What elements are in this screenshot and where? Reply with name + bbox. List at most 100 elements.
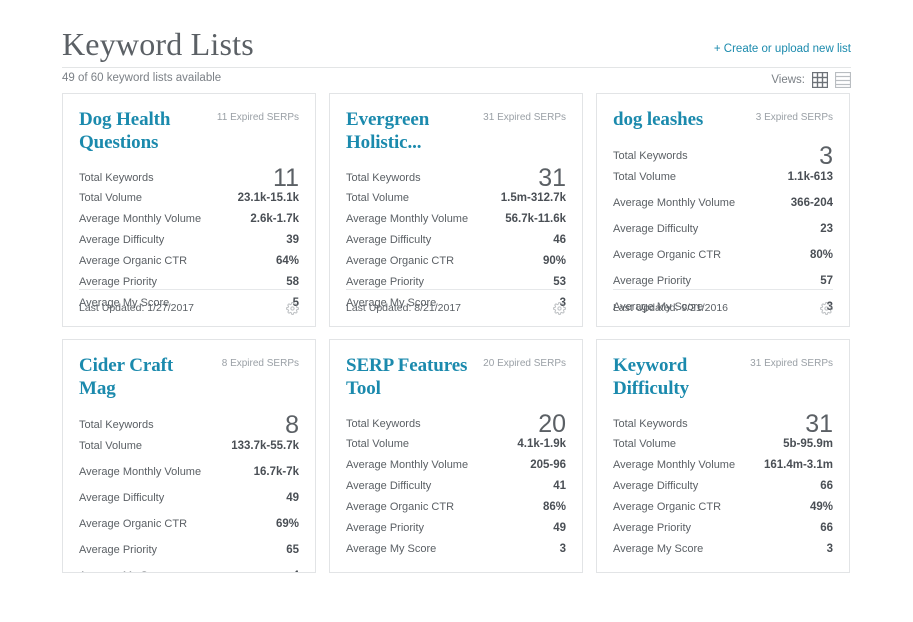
- metric-row-total-volume: Total Volume 133.7k-55.7k: [79, 440, 299, 466]
- metric-value: 64%: [276, 255, 299, 267]
- views-toggle-group: Views:: [771, 72, 851, 88]
- metric-row-total-volume: Total Volume5b-95.9m: [613, 438, 833, 459]
- keyword-list-card[interactable]: Cider Craft Mag 8 Expired SERPs Total Keyw…: [62, 339, 316, 573]
- metrics-list: Total Keywords31Total Volume5b-95.9mAver…: [613, 410, 833, 564]
- metric-value: 39: [286, 234, 299, 246]
- metric-value: 366-204: [791, 197, 833, 209]
- metric-row-total-volume: Total Volume1.5m-312.7k: [346, 192, 566, 213]
- gear-icon[interactable]: [553, 302, 566, 315]
- metric-label: Average My Score: [613, 543, 703, 555]
- last-updated-label: Last Updated: 9/21/2016: [613, 302, 728, 314]
- metric-value: 49%: [810, 501, 833, 513]
- metric-value: 80%: [810, 249, 833, 261]
- metric-value: 16.7k-7k: [254, 466, 299, 478]
- keyword-list-title[interactable]: dog leashes: [613, 108, 703, 131]
- metric-label: Total Keywords: [79, 419, 154, 431]
- metric-label: Average Monthly Volume: [79, 466, 201, 478]
- metric-value: 49: [286, 492, 299, 504]
- metric-value: 58: [286, 276, 299, 288]
- keyword-list-title[interactable]: Dog Health Questions: [79, 108, 209, 154]
- metric-row-average-organic-ctr: Average Organic CTR 49%: [613, 501, 833, 522]
- metric-label: Average Difficulty: [613, 480, 698, 492]
- keyword-list-card[interactable]: Dog Health Questions 11 Expired SERPs Tota…: [62, 93, 316, 327]
- metric-value: 31: [805, 411, 833, 437]
- metric-row-average-priority: Average Priority 66: [613, 522, 833, 543]
- metric-value: 1.1k-613: [788, 171, 833, 183]
- card-header: SERP Features Tool 20 Expired SERPs: [346, 354, 566, 400]
- metric-row-average-my-score: Average My Score4: [79, 570, 299, 573]
- last-updated-label: Last Updated: 1/27/2017: [79, 302, 194, 314]
- metric-value: 133.7k-55.7k: [231, 440, 299, 452]
- metric-row-average-monthly-volume: Average Monthly Volume 366-204: [613, 197, 833, 223]
- gear-icon[interactable]: [286, 302, 299, 315]
- metric-value: 57: [820, 275, 833, 287]
- keyword-list-title[interactable]: SERP Features Tool: [346, 354, 475, 400]
- metric-value: 23.1k-15.1k: [238, 192, 299, 204]
- metric-row-average-priority: Average Priority49: [346, 522, 566, 543]
- metric-row-average-my-score: Average My Score 3: [346, 543, 566, 564]
- metric-value: 3: [827, 543, 833, 555]
- metric-value: 53: [553, 276, 566, 288]
- page-header: Keyword Lists + Create or upload new lis…: [62, 0, 851, 93]
- metric-row-average-difficulty: Average Difficulty41: [346, 480, 566, 501]
- metric-label: Average Monthly Volume: [613, 197, 735, 209]
- expired-serps-count: 20 Expired SERPs: [483, 354, 566, 369]
- metric-row-total-volume: Total Volume4.1k-1.9k: [346, 438, 566, 459]
- expired-serps-count: 31 Expired SERPs: [483, 108, 566, 123]
- metric-value: 8: [285, 412, 299, 438]
- metric-label: Average Organic CTR: [346, 501, 454, 513]
- metric-value: 86%: [543, 501, 566, 513]
- expired-serps-count: 11 Expired SERPs: [217, 108, 299, 123]
- create-or-upload-new-list-link[interactable]: + Create or upload new list: [714, 43, 851, 55]
- metric-label: Total Volume: [346, 438, 409, 450]
- card-header: dog leashes3 Expired SERPs: [613, 108, 833, 131]
- metric-value: 4: [293, 570, 299, 573]
- metric-value: 205-96: [530, 459, 566, 471]
- metric-row-average-monthly-volume: Average Monthly Volume 16.7k-7k: [79, 466, 299, 492]
- keyword-list-title[interactable]: Evergreen Holistic...: [346, 108, 475, 154]
- keyword-list-title[interactable]: Keyword Difficulty: [613, 354, 742, 400]
- gear-icon[interactable]: [820, 302, 833, 315]
- metric-value: 5b-95.9m: [783, 438, 833, 450]
- metric-label: Average Monthly Volume: [613, 459, 735, 471]
- metric-label: Average My Score: [346, 543, 436, 555]
- metric-value: 65: [286, 544, 299, 556]
- metric-row-average-difficulty: Average Difficulty46: [346, 234, 566, 255]
- metric-row-average-organic-ctr: Average Organic CTR90%: [346, 255, 566, 276]
- metric-value: 46: [553, 234, 566, 246]
- card-header: Evergreen Holistic... 31 Expired SERPs: [346, 108, 566, 154]
- metric-row-average-difficulty: Average Difficulty 66: [613, 480, 833, 501]
- metric-label: Average Difficulty: [79, 492, 164, 504]
- list-view-icon[interactable]: [835, 72, 851, 88]
- keyword-list-card[interactable]: Keyword Difficulty31 Expired SERPsTotal …: [596, 339, 850, 573]
- metric-value: 66: [820, 522, 833, 534]
- metric-value: 66: [820, 480, 833, 492]
- metric-label: Average Organic CTR: [613, 501, 721, 513]
- metric-row-average-priority: Average Priority65: [79, 544, 299, 570]
- metric-row-total-keywords: Total Keywords 31: [613, 410, 833, 438]
- metric-row-average-my-score: Average My Score 3: [613, 543, 833, 564]
- expired-serps-count: 8 Expired SERPs: [222, 354, 299, 369]
- card-footer: Last Updated: 8/21/2017: [346, 289, 566, 326]
- metric-row-total-keywords: Total Keywords3: [613, 141, 833, 171]
- metric-label: Total Keywords: [613, 418, 688, 430]
- keyword-list-card[interactable]: dog leashes3 Expired SERPs Total Keywords…: [596, 93, 850, 327]
- metric-value: 56.7k-11.6k: [505, 213, 566, 225]
- metric-label: Total Volume: [79, 440, 142, 452]
- metric-label: Total Keywords: [79, 172, 154, 184]
- metric-row-average-difficulty: Average Difficulty39: [79, 234, 299, 255]
- keyword-list-title[interactable]: Cider Craft Mag: [79, 354, 214, 400]
- card-header: Dog Health Questions 11 Expired SERPs: [79, 108, 299, 154]
- metric-label: Average Priority: [79, 276, 157, 288]
- metric-label: Average Priority: [613, 522, 691, 534]
- metric-row-average-monthly-volume: Average Monthly Volume205-96: [346, 459, 566, 480]
- metric-row-average-monthly-volume: Average Monthly Volume2.6k-1.7k: [79, 213, 299, 234]
- metric-value: 3: [560, 543, 566, 555]
- metric-row-total-keywords: Total Keywords 8: [79, 410, 299, 440]
- keyword-list-card[interactable]: SERP Features Tool 20 Expired SERPs Total …: [329, 339, 583, 573]
- metric-row-average-difficulty: Average Difficulty 49: [79, 492, 299, 518]
- metric-row-total-keywords: Total Keywords31: [346, 164, 566, 192]
- grid-view-icon[interactable]: [812, 72, 828, 88]
- keyword-list-card[interactable]: Evergreen Holistic... 31 Expired SERPs Tot…: [329, 93, 583, 327]
- metric-value: 69%: [276, 518, 299, 530]
